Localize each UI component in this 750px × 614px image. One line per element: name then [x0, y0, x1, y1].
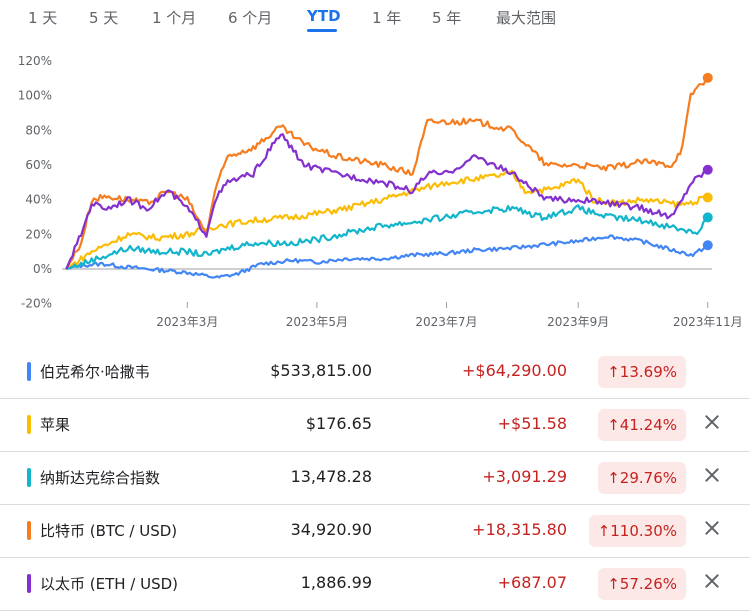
y-tick-label: 40% [25, 193, 52, 207]
series-end-point-2 [702, 212, 713, 223]
arrow-up-icon: ↑ [607, 469, 620, 487]
holding-row[interactable]: 苹果 $176.65 +$51.58 ↑41.24% [0, 399, 750, 452]
arrow-up-icon: ↑ [607, 575, 620, 593]
tab-ytd[interactable]: YTD [307, 7, 341, 25]
holding-change: +18,315.80 [472, 520, 567, 539]
series-end-point-0 [702, 240, 713, 251]
x-axis: 2023年3月 2023年5月 2023年7月 2023年9月 2023年11月 [156, 302, 743, 329]
y-tick-label: 120% [18, 54, 52, 68]
tab-1y[interactable]: 1 年 [372, 7, 401, 28]
holding-price: 1,886.99 [300, 573, 372, 592]
series-end-point-3 [702, 72, 713, 83]
percent-change-badge: ↑110.30% [588, 515, 686, 547]
holding-change: +3,091.29 [482, 467, 567, 486]
arrow-up-icon: ↑ [607, 416, 620, 434]
holding-name: 苹果 [40, 416, 71, 434]
range-tabs: 1 天 5 天 1 个月 6 个月 YTD 1 年 5 年 最大范围 [0, 0, 750, 40]
holding-price: 34,920.90 [290, 520, 372, 539]
holding-change: +687.07 [497, 573, 567, 592]
holding-price: $176.65 [305, 414, 372, 433]
holding-row[interactable]: 比特币 (BTC / USD) 34,920.90 +18,315.80 ↑110.3… [0, 505, 750, 558]
series-line-4 [65, 133, 709, 270]
holding-name: 纳斯达克综合指数 [40, 469, 161, 487]
x-tick-label: 2023年7月 [415, 315, 477, 329]
tab-1m[interactable]: 1 个月 [152, 7, 196, 28]
tab-6m[interactable]: 6 个月 [228, 7, 272, 28]
series-lines [65, 72, 713, 279]
holding-row[interactable]: 伯克希尔·哈撒韦 $533,815.00 +$64,290.00 ↑13.69% [0, 346, 750, 399]
performance-chart: -20% 0% 20% 40% 60% 80% 100% 120% 2023年3月 2023年5… [18, 54, 743, 329]
y-tick-label: 100% [18, 89, 52, 103]
series-color-marker [27, 415, 31, 434]
percent-change-badge: ↑13.69% [598, 356, 686, 388]
percent-value: 57.26% [619, 575, 677, 593]
y-tick-label: 60% [25, 158, 52, 172]
active-tab-indicator [307, 29, 337, 32]
series-line-0 [65, 234, 709, 279]
holding-name: 以太币 (ETH / USD) [40, 575, 179, 593]
arrow-up-icon: ↑ [597, 522, 611, 540]
holding-name: 伯克希尔·哈撒韦 [40, 363, 150, 381]
x-tick-label: 2023年3月 [156, 315, 218, 329]
holding-change: +$51.58 [497, 414, 567, 433]
holding-change: +$64,290.00 [461, 361, 567, 380]
percent-change-badge: ↑41.24% [598, 409, 686, 441]
x-tick-label: 2023年9月 [547, 315, 609, 329]
percent-value: 110.30% [610, 522, 677, 540]
percent-value: 13.69% [619, 363, 677, 381]
y-tick-label: -20% [21, 297, 52, 311]
series-color-marker [27, 574, 31, 593]
series-color-marker [27, 362, 31, 381]
series-line-3 [65, 77, 709, 270]
arrow-up-icon: ↑ [607, 363, 620, 381]
holding-price: 13,478.28 [290, 467, 372, 486]
percent-change-badge: ↑57.26% [598, 568, 686, 600]
y-tick-label: 0% [33, 262, 52, 276]
close-icon[interactable] [702, 412, 722, 432]
y-tick-label: 20% [25, 227, 52, 241]
holding-name: 比特币 (BTC / USD) [40, 522, 178, 540]
tab-5d[interactable]: 5 天 [89, 7, 118, 28]
close-icon[interactable] [702, 571, 722, 591]
tab-max[interactable]: 最大范围 [496, 7, 556, 28]
series-end-point-4 [702, 164, 713, 175]
holding-row[interactable]: 纳斯达克综合指数 13,478.28 +3,091.29 ↑29.76% [0, 452, 750, 505]
close-icon[interactable] [702, 518, 722, 538]
close-icon[interactable] [702, 465, 722, 485]
tab-1d[interactable]: 1 天 [28, 7, 57, 28]
holding-row[interactable]: 以太币 (ETH / USD) 1,886.99 +687.07 ↑57.26% [0, 558, 750, 611]
holding-price: $533,815.00 [270, 361, 372, 380]
percent-change-badge: ↑29.76% [598, 462, 686, 494]
y-tick-label: 80% [25, 123, 52, 137]
x-tick-label: 2023年5月 [286, 315, 348, 329]
tab-5y[interactable]: 5 年 [432, 7, 461, 28]
percent-value: 29.76% [619, 469, 677, 487]
percent-value: 41.24% [619, 416, 677, 434]
x-tick-label: 2023年11月 [673, 315, 743, 329]
series-color-marker [27, 468, 31, 487]
series-end-point-1 [702, 192, 713, 203]
series-color-marker [27, 521, 31, 540]
